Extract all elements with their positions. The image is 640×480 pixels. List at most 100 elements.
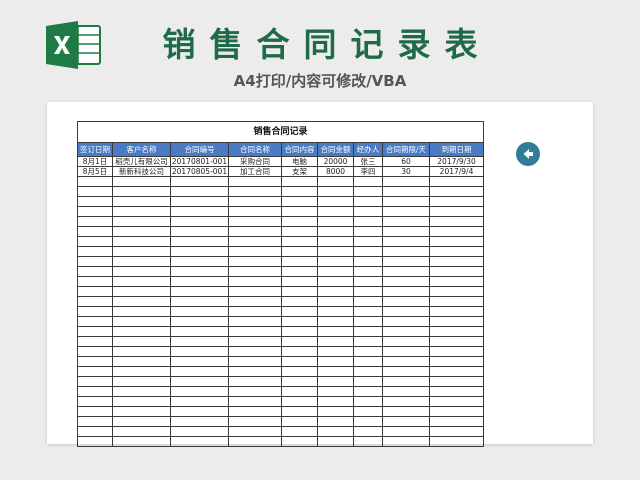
table-cell[interactable]: [382, 196, 430, 207]
table-cell[interactable]: [317, 176, 354, 187]
table-cell[interactable]: [77, 386, 113, 397]
table-cell[interactable]: [228, 386, 282, 397]
table-cell[interactable]: [170, 206, 229, 217]
table-cell[interactable]: [281, 376, 318, 387]
table-cell[interactable]: [382, 366, 430, 377]
table-cell[interactable]: [281, 356, 318, 367]
table-cell[interactable]: [428, 276, 485, 287]
table-cell[interactable]: [353, 186, 383, 197]
table-cell[interactable]: [77, 256, 113, 267]
table-cell[interactable]: [317, 376, 354, 387]
table-cell[interactable]: [112, 356, 171, 367]
table-cell[interactable]: [353, 276, 383, 287]
table-cell[interactable]: [281, 326, 318, 337]
column-header[interactable]: 签订日期: [77, 142, 113, 157]
table-cell[interactable]: [281, 426, 318, 437]
table-cell[interactable]: [317, 186, 354, 197]
table-cell[interactable]: 2017/9/30: [428, 156, 485, 167]
table-cell[interactable]: [112, 416, 171, 427]
table-cell[interactable]: [281, 266, 318, 277]
table-cell[interactable]: 电脑: [281, 156, 318, 167]
table-cell[interactable]: [170, 266, 229, 277]
table-cell[interactable]: [317, 246, 354, 257]
table-cell[interactable]: [317, 216, 354, 227]
table-cell[interactable]: [228, 336, 282, 347]
table-cell[interactable]: [428, 196, 485, 207]
table-cell[interactable]: [77, 186, 113, 197]
table-cell[interactable]: [353, 366, 383, 377]
table-cell[interactable]: [228, 396, 282, 407]
table-cell[interactable]: [112, 436, 171, 447]
table-cell[interactable]: [382, 376, 430, 387]
table-cell[interactable]: [281, 186, 318, 197]
table-cell[interactable]: [428, 436, 485, 447]
table-cell[interactable]: [428, 336, 485, 347]
table-cell[interactable]: [281, 206, 318, 217]
table-cell[interactable]: [228, 266, 282, 277]
table-cell[interactable]: [281, 296, 318, 307]
table-cell[interactable]: [77, 366, 113, 377]
table-cell[interactable]: [317, 436, 354, 447]
table-cell[interactable]: [228, 366, 282, 377]
column-header[interactable]: 合同金额: [317, 142, 354, 157]
table-cell[interactable]: [112, 326, 171, 337]
table-cell[interactable]: [382, 426, 430, 437]
table-cell[interactable]: [281, 196, 318, 207]
table-cell[interactable]: [428, 236, 485, 247]
table-cell[interactable]: 8月5日: [77, 166, 113, 177]
table-cell[interactable]: [77, 346, 113, 357]
table-cell[interactable]: [353, 316, 383, 327]
table-cell[interactable]: [170, 346, 229, 357]
table-cell[interactable]: [112, 376, 171, 387]
table-cell[interactable]: [112, 266, 171, 277]
table-cell[interactable]: [317, 306, 354, 317]
table-cell[interactable]: [112, 246, 171, 257]
table-cell[interactable]: [228, 296, 282, 307]
table-cell[interactable]: [353, 406, 383, 417]
table-cell[interactable]: [112, 256, 171, 267]
table-cell[interactable]: [428, 376, 485, 387]
table-cell[interactable]: [77, 326, 113, 337]
table-cell[interactable]: [353, 236, 383, 247]
table-cell[interactable]: [382, 236, 430, 247]
table-cell[interactable]: [281, 216, 318, 227]
table-cell[interactable]: [353, 266, 383, 277]
table-cell[interactable]: [228, 426, 282, 437]
table-cell[interactable]: [170, 316, 229, 327]
table-cell[interactable]: [353, 346, 383, 357]
table-cell[interactable]: [77, 296, 113, 307]
table-cell[interactable]: [317, 426, 354, 437]
table-cell[interactable]: [77, 246, 113, 257]
table-cell[interactable]: [428, 306, 485, 317]
table-cell[interactable]: [170, 356, 229, 367]
table-cell[interactable]: [382, 396, 430, 407]
table-cell[interactable]: [77, 426, 113, 437]
table-cell[interactable]: [353, 386, 383, 397]
table-cell[interactable]: [77, 416, 113, 427]
table-cell[interactable]: [228, 326, 282, 337]
column-header[interactable]: 合同内容: [281, 142, 318, 157]
table-cell[interactable]: [382, 316, 430, 327]
table-cell[interactable]: [317, 316, 354, 327]
table-cell[interactable]: [170, 186, 229, 197]
table-cell[interactable]: [317, 366, 354, 377]
table-cell[interactable]: [353, 356, 383, 367]
table-cell[interactable]: [281, 276, 318, 287]
table-cell[interactable]: [77, 266, 113, 277]
table-cell[interactable]: 支架: [281, 166, 318, 177]
table-cell[interactable]: [317, 396, 354, 407]
table-cell[interactable]: [112, 316, 171, 327]
table-cell[interactable]: [112, 236, 171, 247]
table-cell[interactable]: 采购合同: [228, 156, 282, 167]
table-cell[interactable]: [228, 256, 282, 267]
table-cell[interactable]: 加工合同: [228, 166, 282, 177]
table-cell[interactable]: [428, 246, 485, 257]
table-cell[interactable]: 李四: [353, 166, 383, 177]
table-cell[interactable]: [382, 336, 430, 347]
table-cell[interactable]: [353, 326, 383, 337]
table-cell[interactable]: [112, 426, 171, 437]
table-cell[interactable]: 8月1日: [77, 156, 113, 167]
table-cell[interactable]: [382, 226, 430, 237]
table-cell[interactable]: [281, 306, 318, 317]
table-cell[interactable]: 30: [382, 166, 430, 177]
